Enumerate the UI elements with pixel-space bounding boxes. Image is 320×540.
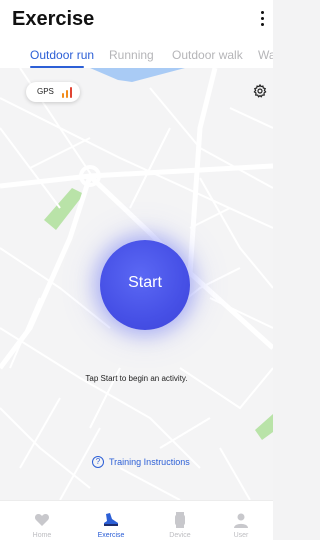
tab-outdoor-run[interactable]: Outdoor run — [30, 48, 94, 62]
nav-label-exercise: Exercise — [97, 532, 125, 539]
gps-status: GPS — [26, 82, 80, 102]
app-header: Exercise Outdoor run Running Outdoor wal… — [0, 0, 273, 68]
tab-walking[interactable]: Wa — [258, 48, 273, 62]
question-circle-icon: ? — [92, 456, 104, 468]
gps-label: GPS — [37, 87, 54, 96]
nav-home[interactable]: Home — [8, 501, 76, 540]
map-water — [90, 68, 185, 82]
tab-outdoor-walk[interactable]: Outdoor walk — [172, 48, 243, 62]
start-hint: Tap Start to begin an activity. — [85, 374, 188, 383]
active-tab-indicator — [30, 66, 84, 68]
gear-icon[interactable] — [253, 83, 267, 98]
tab-running[interactable]: Running — [109, 48, 154, 62]
training-instructions-label: Training Instructions — [109, 457, 190, 467]
activity-tabs: Outdoor run Running Outdoor walk Wa — [0, 44, 273, 68]
nav-exercise[interactable]: Exercise — [77, 501, 145, 540]
more-vertical-icon[interactable] — [257, 8, 267, 30]
start-label: Start — [128, 274, 162, 291]
nav-label-home: Home — [32, 532, 52, 539]
person-icon — [233, 512, 249, 528]
nav-label-device: Device — [169, 532, 191, 539]
bottom-nav: Home Exercise Device User — [0, 500, 273, 540]
nav-device[interactable]: Device — [146, 501, 214, 540]
heart-icon — [34, 512, 50, 528]
start-button[interactable]: Start — [100, 240, 190, 330]
nav-label-user: User — [233, 532, 249, 539]
watch-icon — [172, 512, 188, 528]
signal-bars-icon — [62, 86, 74, 98]
map-park — [255, 414, 273, 440]
running-shoe-icon — [103, 512, 119, 528]
page-title: Exercise — [12, 8, 95, 30]
nav-user[interactable]: User — [207, 501, 275, 540]
